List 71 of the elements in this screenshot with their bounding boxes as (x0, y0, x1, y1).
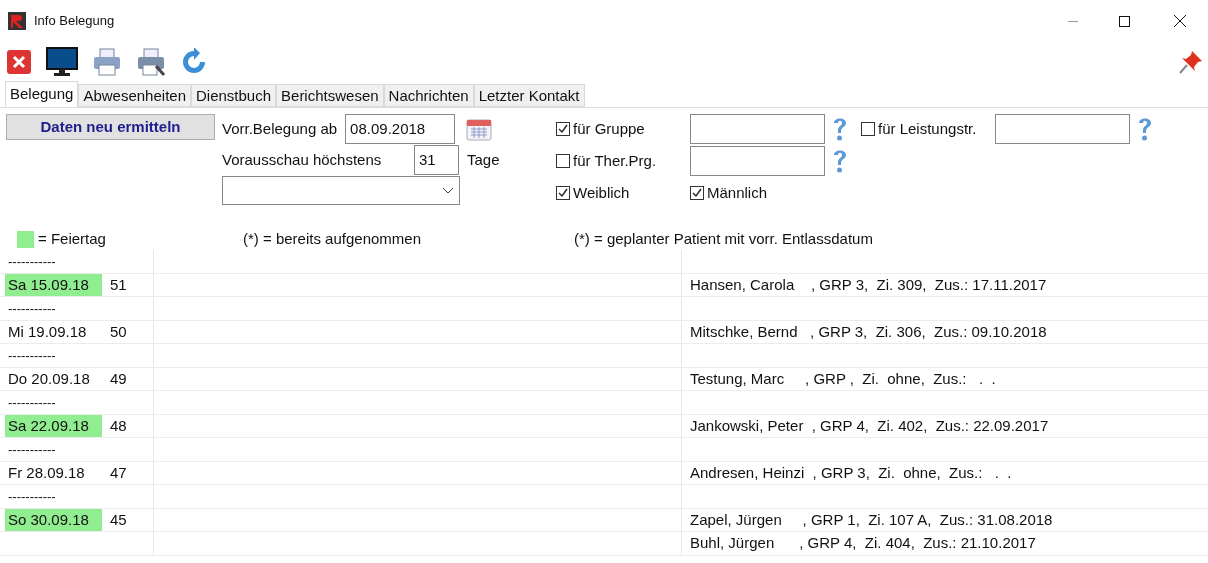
separator-text: ----------- (7, 252, 56, 271)
separator-text: ----------- (7, 487, 56, 506)
dropdown[interactable] (222, 176, 460, 205)
patient-cell-text: Hansen, Carola , GRP 3, Zi. 309, Zus.: 17.11.2017 (690, 274, 1047, 295)
separator-text: ----------- (7, 346, 56, 365)
service-field[interactable] (995, 114, 1130, 144)
tab[interactable]: Nachrichten (383, 84, 474, 107)
checkbox-label: Männlich (707, 182, 768, 203)
count-cell-text: 47 (110, 462, 127, 483)
count-cell-text: 45 (110, 509, 127, 530)
app-logo-icon (8, 12, 26, 30)
count-cell-text: 51 (110, 274, 127, 295)
separator-text: ----------- (7, 440, 56, 459)
date-cell: Sa 22.09.18 (5, 414, 102, 437)
checkbox-label: für Leistungstr. (878, 118, 977, 139)
checkbox[interactable] (690, 186, 704, 200)
date-field[interactable]: 08.09.2018 (345, 114, 456, 144)
patient-cell-text: Testung, Marc , GRP , Zi. ohne, Zus.: . . (690, 368, 996, 389)
separator-text: ----------- (7, 299, 56, 318)
minimize-icon (1068, 20, 1078, 22)
program-field[interactable] (690, 146, 825, 176)
pin-icon[interactable] (1178, 49, 1204, 75)
separator-text: ----------- (7, 393, 56, 412)
legend-text: (*) = geplanter Patient mit vorr. Entlassdatum (574, 228, 873, 249)
date-cell: Sa 15.09.18 (5, 273, 102, 296)
field-label: Vorausschau höchstens (222, 149, 383, 170)
days-field[interactable]: 31 (414, 145, 459, 175)
maximize-icon (1118, 15, 1130, 27)
checkbox[interactable] (556, 186, 570, 200)
printer-icon[interactable] (92, 48, 122, 76)
holiday-swatch (17, 230, 34, 248)
close-icon[interactable] (6, 49, 32, 75)
close-icon (1174, 15, 1186, 27)
date-cell-text: Fr 28.09.18 (7, 462, 86, 483)
checkbox[interactable] (861, 122, 875, 136)
chevron-down-icon (443, 187, 453, 194)
unit-label: Tage (467, 149, 500, 170)
tab[interactable]: Letzter Kontakt (473, 84, 585, 107)
legend-text: = Feiertag (38, 228, 107, 249)
patient-cell-text: Mitschke, Bernd , GRP 3, Zi. 306, Zus.: 09.10.2018 (690, 321, 1047, 342)
legend-text: (*) = bereits aufgenommen (243, 228, 422, 249)
window-title: Info Belegung (34, 12, 115, 31)
date-cell: So 30.09.18 (5, 508, 102, 531)
tab[interactable]: Abwesenheiten (78, 84, 191, 107)
date-cell-text: Do 20.09.18 (7, 368, 91, 389)
help-icon[interactable] (831, 148, 849, 174)
count-cell-text: 48 (110, 415, 127, 436)
group-field[interactable] (690, 114, 825, 144)
monitor-icon[interactable] (46, 47, 78, 77)
tab[interactable]: Belegung (5, 81, 79, 107)
refresh-icon[interactable] (180, 48, 208, 76)
date-cell-text: Mi 19.09.18 (7, 321, 88, 342)
tab[interactable]: Berichtswesen (276, 84, 384, 107)
checkbox-label: für Ther.Prg. (573, 150, 657, 171)
count-cell-text: 49 (110, 368, 127, 389)
checkbox-label: für Gruppe (573, 118, 645, 139)
checkbox-label: Weiblich (573, 182, 630, 203)
count-cell-text: 50 (110, 321, 127, 342)
patient-cell-text: Andresen, Heinzi , GRP 3, Zi. ohne, Zus.: . . (690, 462, 1012, 483)
patient-cell-text: Jankowski, Peter , GRP 4, Zi. 402, Zus.: 22.09.2017 (690, 415, 1049, 436)
calendar-icon[interactable] (465, 116, 494, 142)
field-label: Vorr.Belegung ab (222, 118, 338, 139)
checkbox[interactable] (556, 154, 570, 168)
patient-cell-text: Buhl, Jürgen , GRP 4, Zi. 404, Zus.: 21.10.2017 (690, 533, 1036, 553)
help-icon[interactable] (1136, 116, 1154, 142)
patient-cell-text: Zapel, Jürgen , GRP 1, Zi. 107 A, Zus.: 31.08.2018 (690, 509, 1053, 530)
refresh-data-button[interactable]: Daten neu ermitteln (6, 114, 215, 140)
checkbox[interactable] (556, 122, 570, 136)
help-icon[interactable] (831, 116, 849, 142)
print-settings-icon[interactable] (136, 48, 166, 76)
tab[interactable]: Dienstbuch (191, 84, 277, 107)
